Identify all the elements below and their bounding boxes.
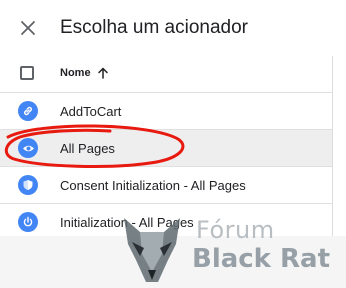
table-row[interactable]: All Pages xyxy=(0,130,332,167)
table-header-row: Nome xyxy=(0,56,332,93)
dialog-title: Escolha um acionador xyxy=(60,17,248,38)
forum-watermark: Fórum Black Rat xyxy=(118,214,346,288)
link-icon xyxy=(18,101,38,121)
column-header-label: Nome xyxy=(60,67,91,79)
close-icon xyxy=(21,21,35,35)
table-row[interactable]: AddToCart xyxy=(0,93,332,130)
power-icon xyxy=(18,212,38,232)
watermark-line2: Black Rat xyxy=(192,244,331,274)
arrow-up-icon xyxy=(97,67,108,79)
table-row[interactable]: Consent Initialization - All Pages xyxy=(0,167,332,204)
watermark-line1: Fórum xyxy=(196,216,275,244)
eye-icon xyxy=(18,138,38,158)
row-label: AddToCart xyxy=(60,104,122,119)
rat-logo-icon xyxy=(124,218,180,282)
close-button[interactable] xyxy=(16,16,40,40)
dialog-header: Escolha um acionador xyxy=(0,0,346,56)
shield-icon xyxy=(18,175,38,195)
column-header-name[interactable]: Nome xyxy=(60,67,109,79)
row-label: All Pages xyxy=(60,141,115,156)
row-label: Consent Initialization - All Pages xyxy=(60,178,246,193)
select-all-checkbox[interactable] xyxy=(20,66,34,80)
